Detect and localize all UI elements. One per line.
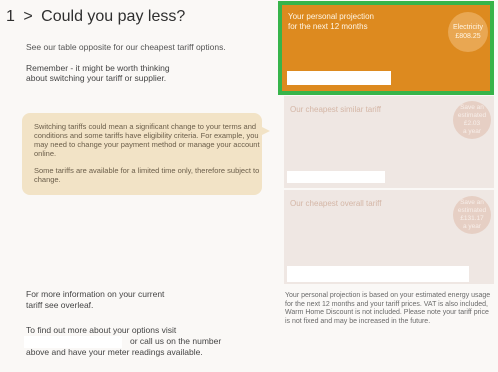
electricity-cost-badge: Electricity £808.25 bbox=[448, 12, 488, 52]
note-paragraph: Switching tariffs could mean a significa… bbox=[34, 122, 260, 158]
redacted-field bbox=[287, 266, 469, 282]
intro-text: See our table opposite for our cheapest … bbox=[26, 42, 226, 52]
badge-label: Electricity bbox=[453, 24, 483, 31]
redacted-website bbox=[24, 336, 122, 348]
more-info-line: tariff see overleaf. bbox=[26, 300, 94, 310]
reminder-line: about switching your tariff or supplier. bbox=[26, 73, 167, 83]
redacted-field bbox=[287, 71, 391, 85]
badge-text: Save an bbox=[460, 199, 484, 206]
badge-text: Save an bbox=[460, 104, 484, 111]
projection-fine-print: Your personal projection is based on you… bbox=[285, 292, 491, 325]
overall-saving-badge: Save an estimated £131.17 a year bbox=[453, 196, 491, 234]
badge-text: a year bbox=[462, 223, 482, 230]
projection-title-line: for the next 12 months bbox=[288, 22, 368, 31]
note-paragraph: Some tariffs are available for a limited… bbox=[34, 166, 260, 184]
redacted-field bbox=[287, 171, 385, 183]
reminder-line: Remember - it might be worth thinking bbox=[26, 63, 170, 73]
projection-title-line: Your personal projection bbox=[288, 12, 374, 21]
badge-text: a year bbox=[462, 128, 482, 135]
section-heading: 1 > Could you pay less? bbox=[6, 8, 185, 26]
badge-value: £2.03 bbox=[463, 120, 481, 127]
section-title: Could you pay less? bbox=[41, 8, 186, 25]
more-info-line: For more information on your current bbox=[26, 289, 165, 299]
more-info-text: For more information on your current tar… bbox=[26, 289, 256, 311]
letter-page: 1 > Could you pay less? See our table op… bbox=[0, 0, 498, 372]
badge-value: £131.17 bbox=[460, 215, 484, 222]
overall-tariff-title: Our cheapest overall tariff bbox=[290, 199, 382, 208]
section-number: 1 bbox=[6, 8, 15, 25]
find-out-line: above and have your meter readings avail… bbox=[26, 347, 203, 357]
chevron-right-icon: > bbox=[23, 8, 33, 25]
find-out-line: To find out more about your options visi… bbox=[26, 325, 177, 335]
badge-text: estimated bbox=[457, 112, 487, 119]
similar-tariff-title: Our cheapest similar tariff bbox=[290, 105, 381, 114]
badge-text: estimated bbox=[457, 207, 487, 214]
badge-value: £808.25 bbox=[455, 33, 481, 40]
similar-saving-badge: Save an estimated £2.03 a year bbox=[453, 101, 491, 139]
projection-title: Your personal projection for the next 12… bbox=[288, 12, 374, 32]
reminder-text: Remember - it might be worth thinking ab… bbox=[26, 63, 266, 83]
